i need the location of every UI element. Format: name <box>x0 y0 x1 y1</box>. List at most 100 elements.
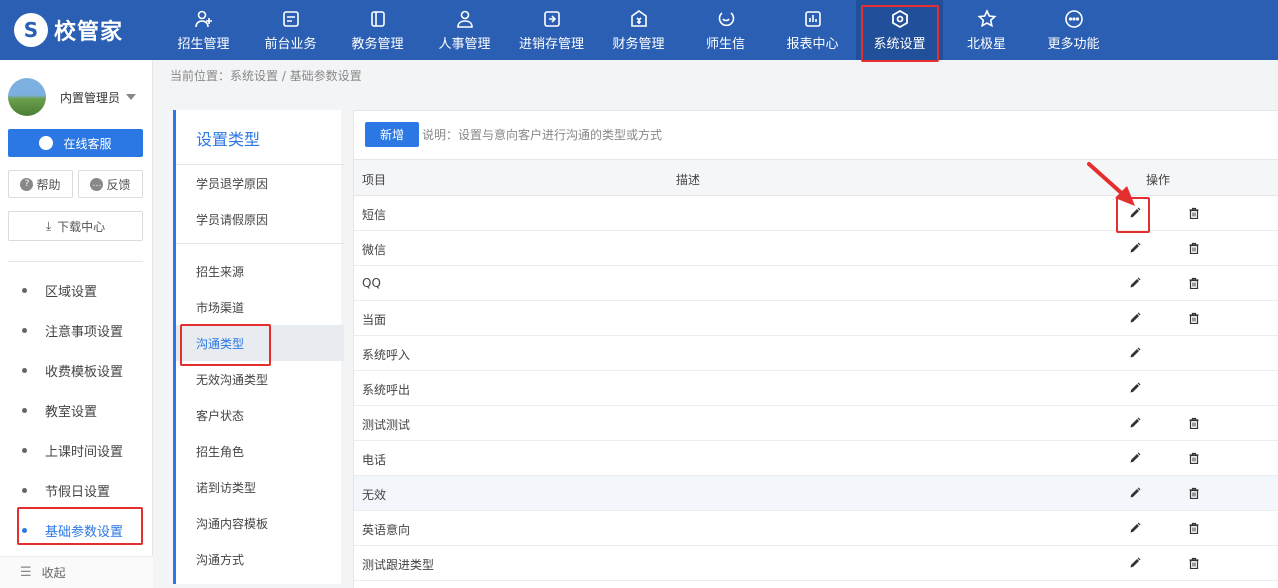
type-item-communication-type[interactable]: 沟通类型 <box>176 325 344 361</box>
nav-item-academic[interactable]: 教务管理 <box>334 0 421 60</box>
more-icon <box>1064 9 1084 29</box>
panel-title: 设置类型 <box>196 130 261 149</box>
type-item-label: 市场渠道 <box>196 300 245 315</box>
type-item-label: 招生角色 <box>196 444 245 459</box>
edit-icon[interactable] <box>1128 205 1142 221</box>
online-service-button[interactable]: 在线客服 <box>8 129 143 157</box>
edit-icon[interactable] <box>1128 345 1142 361</box>
row-item-name: 无效 <box>362 488 387 502</box>
delete-icon[interactable] <box>1187 310 1201 326</box>
nav-item-front-desk[interactable]: 前台业务 <box>247 0 334 60</box>
delete-icon[interactable] <box>1187 275 1201 291</box>
user-menu[interactable]: 内置管理员 <box>8 78 137 116</box>
edit-icon[interactable] <box>1128 450 1142 466</box>
column-header-action: 操作 <box>1146 173 1171 187</box>
nav-item-more[interactable]: 更多功能 <box>1030 0 1117 60</box>
communication-type-table-panel: 新增 说明：设置与意向客户进行沟通的类型或方式 项目 描述 操作 短信 微信 QQ 当… <box>353 110 1278 588</box>
type-item-withdraw-reason[interactable]: 学员退学原因 <box>176 165 344 201</box>
type-item-customer-status[interactable]: 客户状态 <box>176 397 344 433</box>
logo-text: 校管家 <box>54 20 124 45</box>
nav-item-reports[interactable]: 报表中心 <box>769 0 856 60</box>
sidebar-item-holidays[interactable]: 节假日设置 <box>0 470 153 510</box>
table-description: 说明：设置与意向客户进行沟通的类型或方式 <box>422 128 663 142</box>
nav-item-polaris[interactable]: 北极星 <box>943 0 1030 60</box>
nav-label: 进销存管理 <box>518 36 584 52</box>
user-name: 内置管理员 <box>60 90 121 105</box>
nav-item-messages[interactable]: 师生信 <box>682 0 769 60</box>
nav-label: 财务管理 <box>612 36 665 52</box>
logo[interactable]: S 校管家 <box>14 12 123 48</box>
help-button[interactable]: ? 帮助 <box>8 170 73 198</box>
chart-icon <box>803 9 823 29</box>
nav-item-inventory[interactable]: 进销存管理 <box>508 0 595 60</box>
type-item-enroll-source[interactable]: 招生来源 <box>176 253 344 289</box>
table-row: 电话 <box>354 441 1278 476</box>
download-center-button[interactable]: ⤓ 下载中心 <box>8 211 143 241</box>
sidebar-item-label: 区域设置 <box>45 284 98 300</box>
sidebar-item-label: 节假日设置 <box>45 484 111 500</box>
sidebar-item-label: 收费模板设置 <box>45 364 124 380</box>
add-button[interactable]: 新增 <box>365 122 419 147</box>
type-item-label: 无效沟通类型 <box>196 372 269 387</box>
delete-icon[interactable] <box>1187 415 1201 431</box>
type-item-invalid-communication[interactable]: 无效沟通类型 <box>176 361 344 397</box>
nav-label: 招生管理 <box>177 36 230 52</box>
row-item-name: 电话 <box>362 453 387 467</box>
user-plus-icon <box>194 9 214 29</box>
row-item-name: 系统呼入 <box>362 348 411 362</box>
type-item-label: 沟通内容模板 <box>196 516 269 531</box>
sidebar-item-region[interactable]: 区域设置 <box>0 270 153 310</box>
bullet-icon <box>22 487 27 493</box>
edit-icon[interactable] <box>1128 310 1142 326</box>
delete-icon[interactable] <box>1187 485 1201 501</box>
nav-item-enrollment[interactable]: 招生管理 <box>160 0 247 60</box>
type-item-label: 学员退学原因 <box>196 176 269 191</box>
delete-icon[interactable] <box>1187 450 1201 466</box>
top-navbar: S 校管家 招生管理 前台业务 教务管理 人事管理 进销存管理 财务管理 师生信… <box>0 0 1278 60</box>
sidebar-item-class-times[interactable]: 上课时间设置 <box>0 430 153 470</box>
type-item-visit-type[interactable]: 诺到访类型 <box>176 469 344 505</box>
table-header: 项目 描述 操作 <box>354 159 1278 196</box>
nav-item-finance[interactable]: 财务管理 <box>595 0 682 60</box>
delete-icon[interactable] <box>1187 520 1201 536</box>
column-header-desc: 描述 <box>676 173 701 187</box>
nav-item-hr[interactable]: 人事管理 <box>421 0 508 60</box>
sidebar-item-classrooms[interactable]: 教室设置 <box>0 390 153 430</box>
feedback-label: 反馈 <box>106 177 131 192</box>
delete-icon[interactable] <box>1187 240 1201 256</box>
edit-icon[interactable] <box>1128 415 1142 431</box>
type-item-leave-reason[interactable]: 学员请假原因 <box>176 201 344 237</box>
card-icon <box>281 9 301 29</box>
collapse-button[interactable]: ☰ 收起 <box>0 556 153 588</box>
nav-item-system-settings[interactable]: 系统设置 <box>856 0 943 60</box>
type-item-content-template[interactable]: 沟通内容模板 <box>176 505 344 541</box>
sidebar-item-label: 注意事项设置 <box>45 324 124 340</box>
collapse-label: 收起 <box>41 566 66 580</box>
logo-mark-icon: S <box>14 13 48 47</box>
type-item-label: 沟通方式 <box>196 552 245 567</box>
type-item-market-channel[interactable]: 市场渠道 <box>176 289 344 325</box>
table-row: 微信 <box>354 231 1278 266</box>
inventory-icon <box>542 9 562 29</box>
chat-bubble-icon <box>39 136 54 150</box>
sidebar-item-label: 上课时间设置 <box>45 444 124 460</box>
sidebar-item-notices[interactable]: 注意事项设置 <box>0 310 153 350</box>
sidebar-item-basic-params[interactable]: 基础参数设置 <box>0 510 153 550</box>
table-row: 系统呼出 <box>354 371 1278 406</box>
type-item-enroll-role[interactable]: 招生角色 <box>176 433 344 469</box>
feedback-button[interactable]: … 反馈 <box>78 170 143 198</box>
edit-icon[interactable] <box>1128 520 1142 536</box>
edit-icon[interactable] <box>1128 240 1142 256</box>
delete-icon[interactable] <box>1187 555 1201 571</box>
feedback-icon: … <box>90 177 104 191</box>
sidebar-item-fee-templates[interactable]: 收费模板设置 <box>0 350 153 390</box>
edit-icon[interactable] <box>1128 275 1142 291</box>
table-row: 测试测试 <box>354 406 1278 441</box>
main-nav: 招生管理 前台业务 教务管理 人事管理 进销存管理 财务管理 师生信 报表中心 <box>160 0 1117 60</box>
edit-icon[interactable] <box>1128 485 1142 501</box>
type-item-communication-method[interactable]: 沟通方式 <box>176 541 344 577</box>
row-item-name: 测试测试 <box>362 418 411 432</box>
delete-icon[interactable] <box>1187 205 1201 221</box>
edit-icon[interactable] <box>1128 380 1142 396</box>
edit-icon[interactable] <box>1128 555 1142 571</box>
